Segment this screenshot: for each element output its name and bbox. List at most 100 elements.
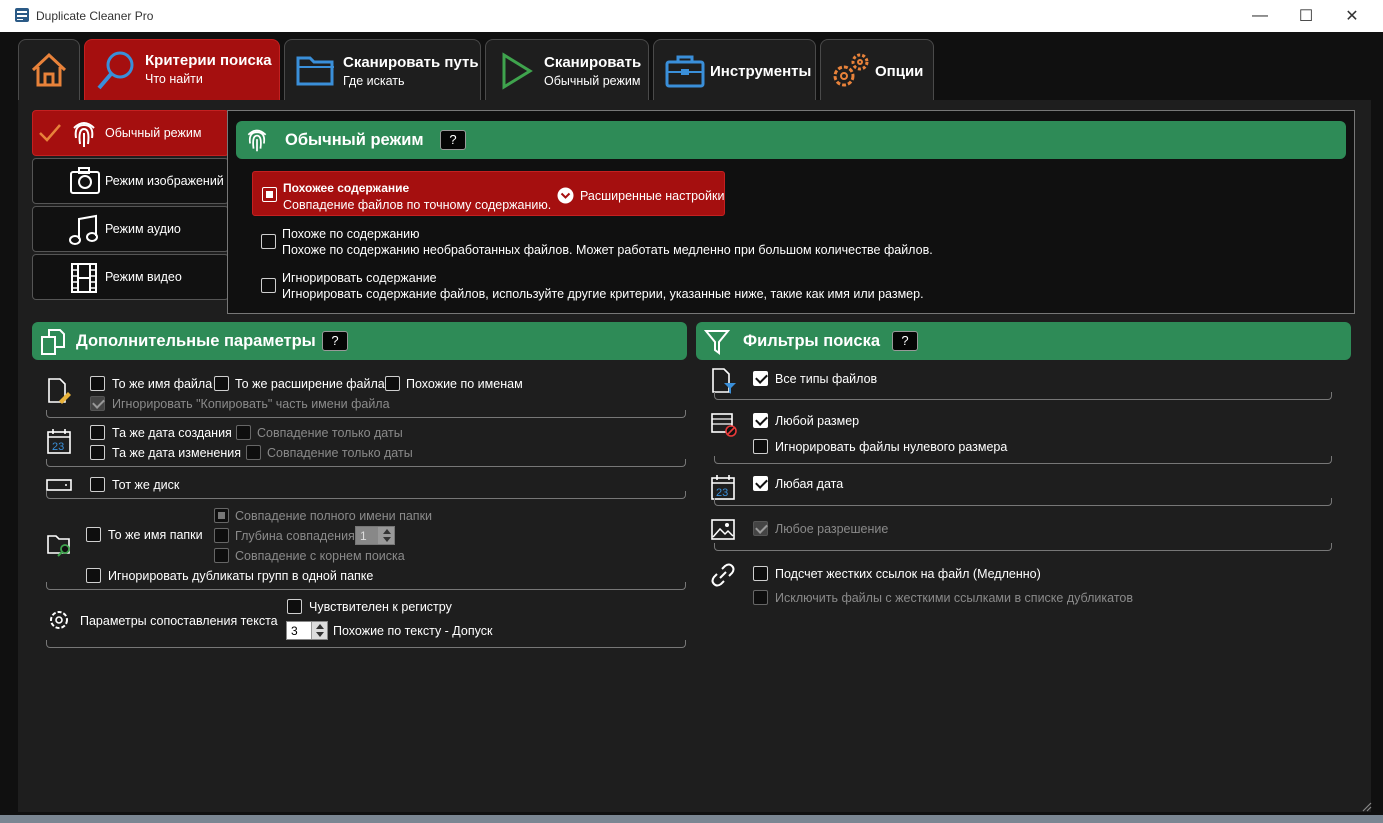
exclude-hardlinks-checkbox[interactable] xyxy=(753,590,768,605)
checkbox-label: Чувствителен к регистру xyxy=(309,600,452,614)
checkbox-label: Глубина совпадения xyxy=(235,529,355,543)
help-button[interactable]: ? xyxy=(440,130,466,150)
resize-grip-icon[interactable] xyxy=(1360,800,1372,812)
tab-title: Критерии поиска xyxy=(145,52,272,69)
close-button[interactable]: ✕ xyxy=(1329,0,1375,32)
ignore-group-checkbox[interactable] xyxy=(86,568,101,583)
checkbox-label: Игнорировать файлы нулевого размера xyxy=(775,440,1008,454)
tolerance-stepper[interactable]: 3 xyxy=(286,621,328,640)
date-only-modified-checkbox[interactable] xyxy=(246,445,261,460)
option-exact-content[interactable]: Похожее содержание Совпадение файлов по … xyxy=(252,171,725,216)
folder-search-icon xyxy=(47,535,70,557)
checkbox-label: Исключить файлы с жесткими ссылками в сп… xyxy=(775,591,1134,605)
window-title: Duplicate Cleaner Pro xyxy=(36,9,154,23)
file-filter-icon xyxy=(712,368,736,394)
similar-content-radio[interactable] xyxy=(261,234,276,249)
root-match-checkbox[interactable] xyxy=(214,548,229,563)
tab-subtitle: Что найти xyxy=(145,72,203,86)
any-date-checkbox[interactable] xyxy=(753,476,768,491)
exact-content-radio[interactable] xyxy=(262,187,277,202)
film-icon xyxy=(71,263,97,293)
help-button[interactable]: ? xyxy=(322,331,348,351)
option-desc: Совпадение файлов по точному содержанию. xyxy=(283,198,552,212)
file-edit-icon xyxy=(48,378,71,404)
chevron-down-icon[interactable] xyxy=(557,187,574,204)
toolbox-icon xyxy=(665,55,705,88)
tab-subtitle: Обычный режим xyxy=(544,74,641,88)
calendar-icon: 23 xyxy=(47,429,71,454)
tab-title: Опции xyxy=(875,63,924,80)
help-button[interactable]: ? xyxy=(892,331,918,351)
section-title: Дополнительные параметры xyxy=(76,332,316,350)
depth-value: 1 xyxy=(360,529,367,543)
all-file-types-checkbox[interactable] xyxy=(753,371,768,386)
same-created-checkbox[interactable] xyxy=(90,425,105,440)
same-modified-checkbox[interactable] xyxy=(90,445,105,460)
svg-text:23: 23 xyxy=(52,441,64,453)
date-only-created-checkbox[interactable] xyxy=(236,425,251,440)
mode-label: Режим аудио xyxy=(105,222,181,236)
checkbox-label: Та же дата создания xyxy=(112,426,232,440)
tab-scan[interactable]: Сканировать Обычный режим xyxy=(485,39,649,100)
copy-files-icon xyxy=(41,329,65,355)
case-sensitive-checkbox[interactable] xyxy=(287,599,302,614)
mode-audio[interactable]: Режим аудио xyxy=(32,206,229,252)
same-folder-checkbox[interactable] xyxy=(86,527,101,542)
extra-params-banner: Дополнительные параметры ? xyxy=(32,322,687,360)
normal-mode-box: Обычный режим ? Похожее содержание Совпа… xyxy=(227,110,1355,314)
mode-video[interactable]: Режим видео xyxy=(32,254,229,300)
checkbox-label: Совпадение полного имени папки xyxy=(235,509,433,523)
app-content: Критерии поиска Что найти Сканировать пу… xyxy=(8,32,1375,815)
image-icon xyxy=(711,519,735,540)
disk-drive-icon xyxy=(46,479,72,491)
same-name-checkbox[interactable] xyxy=(90,376,105,391)
option-desc: Игнорировать содержание файлов, использу… xyxy=(282,287,924,301)
divider xyxy=(714,456,1332,464)
checkbox-label: Любой размер xyxy=(775,414,860,428)
app-icon xyxy=(15,8,29,22)
any-size-checkbox[interactable] xyxy=(753,413,768,428)
similar-names-checkbox[interactable] xyxy=(385,376,400,391)
normal-mode-banner: Обычный режим ? xyxy=(236,121,1346,159)
same-disk-checkbox[interactable] xyxy=(90,477,105,492)
same-extension-checkbox[interactable] xyxy=(214,376,229,391)
any-resolution-checkbox[interactable] xyxy=(753,521,768,536)
divider xyxy=(46,410,686,418)
mode-label: Режим изображений xyxy=(105,174,224,188)
depth-stepper[interactable]: 1 xyxy=(355,526,395,545)
gear-icon xyxy=(50,611,68,629)
advanced-settings-link[interactable]: Расширенные настройки xyxy=(580,189,724,203)
home-icon xyxy=(31,52,67,87)
match-depth-checkbox[interactable] xyxy=(214,528,229,543)
tab-title: Сканировать путь xyxy=(343,54,479,71)
ignore-copy-checkbox[interactable] xyxy=(90,396,105,411)
divider xyxy=(46,491,686,499)
title-bar: Duplicate Cleaner Pro — ☐ ✕ xyxy=(0,0,1383,32)
mode-image[interactable]: Режим изображений xyxy=(32,158,229,204)
checkbox-label: Любая дата xyxy=(775,477,844,491)
option-desc: Похоже по содержанию необработанных файл… xyxy=(282,243,933,257)
full-folder-checkbox[interactable] xyxy=(214,508,229,523)
tab-tools[interactable]: Инструменты xyxy=(653,39,816,100)
ignore-content-radio[interactable] xyxy=(261,278,276,293)
divider xyxy=(46,459,686,467)
magnifier-icon xyxy=(97,51,134,90)
divider xyxy=(714,392,1332,400)
ignore-zero-size-checkbox[interactable] xyxy=(753,439,768,454)
filter-icon xyxy=(704,330,730,355)
checkbox-label: Все типы файлов xyxy=(775,372,878,386)
mode-normal[interactable]: Обычный режим xyxy=(32,110,229,156)
minimize-button[interactable]: — xyxy=(1237,0,1283,32)
checkbox-label: Игнорировать "Копировать" часть имени фа… xyxy=(112,397,390,411)
fingerprint-icon xyxy=(73,122,95,147)
tab-home[interactable] xyxy=(18,39,80,100)
maximize-button[interactable]: ☐ xyxy=(1283,0,1329,32)
checkbox-label: То же имя файла xyxy=(112,377,213,391)
hardlinks-checkbox[interactable] xyxy=(753,566,768,581)
tab-search-criteria[interactable]: Критерии поиска Что найти xyxy=(84,39,280,100)
mode-label: Обычный режим xyxy=(105,126,202,140)
gears-icon xyxy=(833,53,869,87)
tab-scan-path[interactable]: Сканировать путь Где искать xyxy=(284,39,481,100)
tab-options[interactable]: Опции xyxy=(820,39,934,100)
tolerance-label: Похожие по тексту - Допуск xyxy=(333,624,493,638)
